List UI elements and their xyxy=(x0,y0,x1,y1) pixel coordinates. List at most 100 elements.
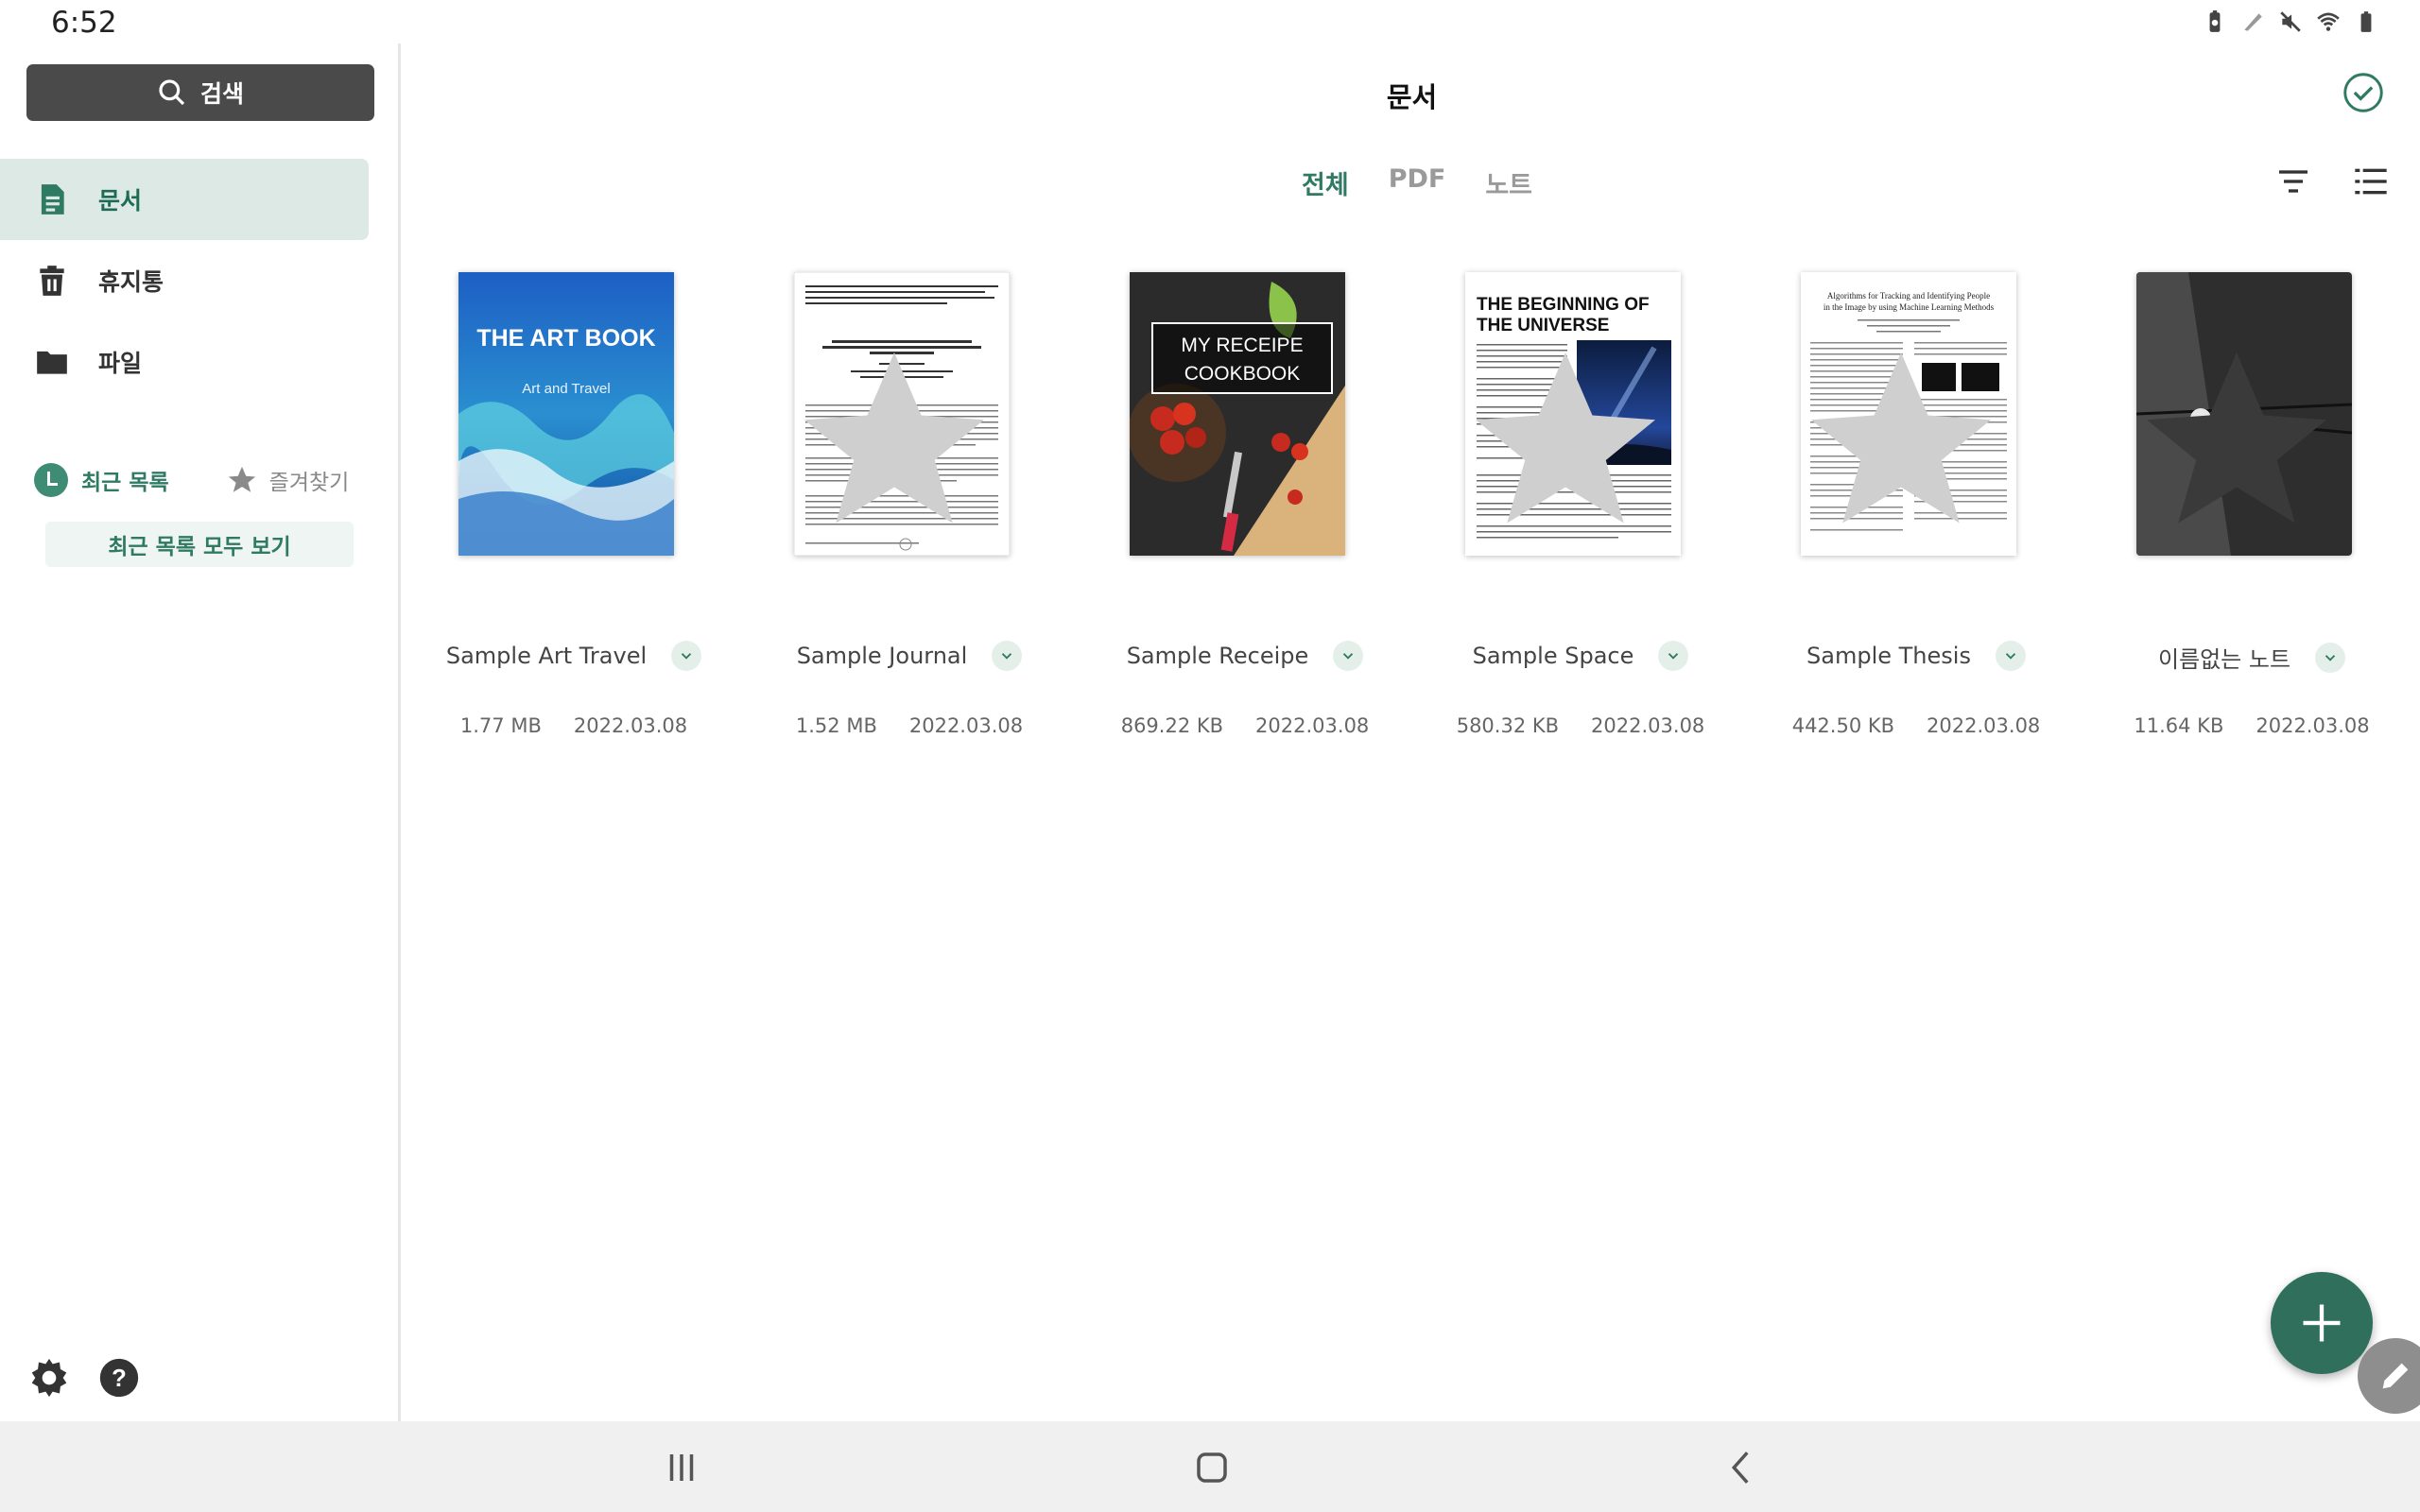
add-document-button[interactable] xyxy=(2271,1272,2373,1374)
document-card[interactable]: THE ART BOOK Art and Travel Sample Art T… xyxy=(432,272,768,764)
search-label: 검색 xyxy=(199,80,244,108)
document-size: 869.22 KB xyxy=(1120,714,1224,737)
page-title: 문서 xyxy=(1386,81,1438,113)
document-thumbnail[interactable]: Algorithms for Tracking and Identifying … xyxy=(1801,272,2016,556)
select-mode-icon[interactable] xyxy=(2342,72,2384,113)
card-name-row: 이름없는 노트 xyxy=(2110,641,2394,674)
document-card[interactable]: 이름없는 노트 11.64 KB 2022.03.08 xyxy=(2110,272,2420,764)
settings-icon[interactable] xyxy=(28,1357,70,1399)
search-icon xyxy=(159,79,185,106)
document-name: Sample Thesis xyxy=(1806,643,1971,669)
sidebar: 검색 문서 휴지통 파일 최근 목록 즐겨찾기 최근 목록 모두 보기 ? xyxy=(0,43,401,1421)
home-icon[interactable] xyxy=(1192,1448,1232,1487)
document-date: 2022.03.08 xyxy=(1255,714,1370,737)
s-pen-icon xyxy=(2244,13,2262,31)
expand-button[interactable] xyxy=(671,641,702,671)
search-button[interactable]: 검색 xyxy=(26,64,374,121)
document-thumbnail[interactable] xyxy=(2136,272,2352,556)
help-icon[interactable]: ? xyxy=(98,1357,140,1399)
tab-pdf[interactable]: PDF xyxy=(1389,164,1446,201)
svg-text:?: ? xyxy=(112,1366,127,1392)
system-nav-bar xyxy=(0,1421,2420,1512)
favorite-star-icon[interactable] xyxy=(1465,301,1673,556)
document-date: 2022.03.08 xyxy=(573,714,688,737)
star-icon xyxy=(228,466,255,492)
recent-favorites-tabs: 최근 목록 즐겨찾기 xyxy=(34,461,374,499)
tab-all[interactable]: 전체 xyxy=(1302,164,1349,201)
document-size: 580.32 KB xyxy=(1456,714,1560,737)
mute-icon xyxy=(2280,11,2301,32)
art-book-cover: THE ART BOOK Art and Travel xyxy=(458,272,674,556)
sidebar-item-documents[interactable]: 문서 xyxy=(0,159,369,240)
expand-button[interactable] xyxy=(992,641,1023,671)
document-thumbnail[interactable] xyxy=(794,272,1010,556)
recent-label: 최근 목록 xyxy=(81,471,169,495)
trash-icon xyxy=(40,266,64,296)
document-meta: 442.50 KB 2022.03.08 xyxy=(1774,714,2058,737)
favorite-star-icon[interactable] xyxy=(2136,301,2344,556)
document-card[interactable]: Algorithms for Tracking and Identifying … xyxy=(1774,272,2110,764)
document-name: Sample Journal xyxy=(796,643,968,669)
back-icon[interactable] xyxy=(1722,1448,1762,1487)
document-grid: THE ART BOOK Art and Travel Sample Art T… xyxy=(432,272,2420,764)
chevron-down-icon xyxy=(1002,653,1012,660)
status-icons xyxy=(2203,9,2378,34)
svg-text:Art and Travel: Art and Travel xyxy=(522,381,610,397)
svg-text:COOKBOOK: COOKBOOK xyxy=(1184,363,1301,385)
favorite-star-icon[interactable] xyxy=(1801,301,2009,556)
chevron-down-icon xyxy=(681,653,692,660)
document-name: 이름없는 노트 xyxy=(2157,646,2291,673)
expand-button[interactable] xyxy=(1333,641,1364,671)
card-name-row: Sample Thesis xyxy=(1774,641,2058,671)
status-bar: 6:52 xyxy=(0,0,2420,43)
pen-icon xyxy=(2382,1363,2409,1389)
folder-icon xyxy=(37,351,67,374)
document-date: 2022.03.08 xyxy=(2256,714,2370,737)
sidebar-footer: ? xyxy=(28,1357,140,1399)
document-card[interactable]: Sample Journal 1.52 MB 2022.03.08 xyxy=(768,272,1103,764)
sidebar-item-files[interactable]: 파일 xyxy=(0,321,369,403)
tab-note[interactable]: 노트 xyxy=(1485,164,1532,201)
chevron-down-icon xyxy=(2325,654,2336,662)
document-thumbnail[interactable]: MY RECEIPE COOKBOOK xyxy=(1130,272,1345,556)
document-meta: 869.22 KB 2022.03.08 xyxy=(1103,714,1387,737)
recent-apps-icon[interactable] xyxy=(662,1448,701,1487)
clock-icon xyxy=(34,463,68,497)
favorite-star-icon[interactable] xyxy=(794,301,1002,556)
expand-button[interactable] xyxy=(2315,642,2346,673)
sort-icon[interactable] xyxy=(2274,163,2312,200)
battery-saver-icon xyxy=(2209,10,2221,32)
document-card[interactable]: MY RECEIPE COOKBOOK Sample Receipe 869.2… xyxy=(1103,272,1439,764)
svg-text:Algorithms for Tracking and Id: Algorithms for Tracking and Identifying … xyxy=(1827,291,1990,301)
expand-button[interactable] xyxy=(1995,641,2026,671)
document-meta: 1.77 MB 2022.03.08 xyxy=(432,714,716,737)
document-size: 11.64 KB xyxy=(2134,714,2224,737)
card-name-row: Sample Space xyxy=(1439,641,1722,671)
chevron-down-icon xyxy=(2005,653,2016,660)
document-thumbnail[interactable]: THE ART BOOK Art and Travel xyxy=(458,272,674,556)
filter-tabs: 전체 PDF 노트 xyxy=(1302,164,1532,201)
chevron-down-icon xyxy=(1343,653,1354,660)
sidebar-item-trash[interactable]: 휴지통 xyxy=(0,240,369,321)
view-tools xyxy=(2274,163,2390,200)
document-thumbnail[interactable]: THE BEGINNING OF THE UNIVERSE xyxy=(1465,272,1681,556)
sidebar-item-label: 파일 xyxy=(98,350,143,377)
sidebar-item-label: 문서 xyxy=(98,187,143,215)
expand-button[interactable] xyxy=(1658,641,1689,671)
view-all-recent-button[interactable]: 최근 목록 모두 보기 xyxy=(45,522,354,567)
chevron-down-icon xyxy=(1668,653,1679,660)
document-meta: 1.52 MB 2022.03.08 xyxy=(768,714,1051,737)
recent-tab[interactable]: 최근 목록 xyxy=(34,463,169,497)
svg-text:THE ART BOOK: THE ART BOOK xyxy=(476,325,655,352)
document-size: 1.77 MB xyxy=(459,714,542,737)
document-size: 1.52 MB xyxy=(795,714,877,737)
document-meta: 580.32 KB 2022.03.08 xyxy=(1439,714,1722,737)
document-date: 2022.03.08 xyxy=(908,714,1024,737)
favorites-tab[interactable]: 즐겨찾기 xyxy=(226,464,350,496)
document-card[interactable]: THE BEGINNING OF THE UNIVERSE Sample Spa… xyxy=(1439,272,1774,764)
sidebar-item-label: 휴지통 xyxy=(98,268,164,296)
list-view-icon[interactable] xyxy=(2352,163,2390,200)
document-meta: 11.64 KB 2022.03.08 xyxy=(2110,714,2394,737)
document-date: 2022.03.08 xyxy=(1927,714,2041,737)
favorites-label: 즐겨찾기 xyxy=(268,471,350,495)
